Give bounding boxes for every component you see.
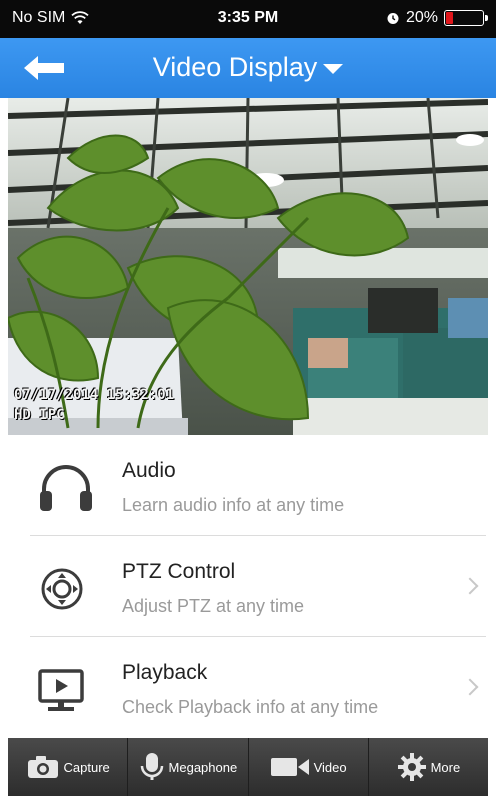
bottom-toolbar: Capture Megaphone Video More bbox=[8, 738, 488, 796]
list-item-title: Audio bbox=[122, 459, 176, 482]
more-button[interactable]: More bbox=[369, 738, 488, 796]
list-item-subtitle: Adjust PTZ at any time bbox=[122, 596, 305, 616]
chevron-right-icon bbox=[461, 678, 479, 696]
camera-icon bbox=[27, 756, 58, 778]
video-timestamp: 07/17/2014 15:32:01 bbox=[14, 387, 175, 403]
feature-list: Audio Learn audio info at any time PTZ C… bbox=[0, 435, 496, 738]
video-camera-icon bbox=[270, 758, 309, 776]
ptz-joystick-icon bbox=[41, 568, 83, 610]
battery-percent: 20% bbox=[405, 9, 438, 26]
alarm-icon bbox=[387, 13, 399, 24]
video-channel-label: HD IPC bbox=[14, 407, 65, 423]
capture-button[interactable]: Capture bbox=[8, 738, 129, 796]
page-title: Video Display bbox=[152, 52, 318, 82]
nav-bar: Video Display bbox=[0, 38, 496, 98]
capture-label: Capture bbox=[63, 759, 110, 775]
nav-title-dropdown[interactable]: Video Display bbox=[0, 52, 496, 83]
list-item-subtitle: Check Playback info at any time bbox=[122, 697, 379, 717]
megaphone-label: Megaphone bbox=[168, 759, 238, 775]
list-item-title: PTZ Control bbox=[122, 560, 236, 583]
battery-icon bbox=[444, 10, 488, 26]
chevron-right-icon bbox=[461, 577, 479, 595]
battery-group: 20% bbox=[386, 9, 488, 27]
gear-icon bbox=[397, 753, 426, 781]
list-item-playback[interactable]: Playback Check Playback info at any time bbox=[0, 637, 496, 737]
list-item-subtitle: Learn audio info at any time bbox=[122, 495, 345, 515]
list-item-ptz-control[interactable]: PTZ Control Adjust PTZ at any time bbox=[0, 536, 496, 636]
list-item-audio[interactable]: Audio Learn audio info at any time bbox=[0, 435, 496, 535]
video-label: Video bbox=[313, 759, 347, 775]
camera-feed-image bbox=[8, 98, 488, 435]
headphones-icon bbox=[40, 465, 92, 511]
battery-level-fill bbox=[446, 12, 453, 24]
playback-monitor-icon bbox=[38, 669, 84, 711]
megaphone-button[interactable]: Megaphone bbox=[128, 738, 249, 796]
caret-down-icon bbox=[323, 63, 344, 74]
status-bar: No SIM 3:35 PM 20% bbox=[0, 0, 496, 38]
live-video-view[interactable]: 07/17/2014 15:32:01 HD IPC bbox=[8, 98, 488, 435]
list-item-title: Playback bbox=[122, 661, 208, 684]
app-screen: No SIM 3:35 PM 20% Video Display 07/17/2… bbox=[0, 0, 496, 796]
video-record-button[interactable]: Video bbox=[249, 738, 369, 796]
microphone-icon bbox=[140, 753, 163, 780]
more-label: More bbox=[430, 759, 461, 775]
